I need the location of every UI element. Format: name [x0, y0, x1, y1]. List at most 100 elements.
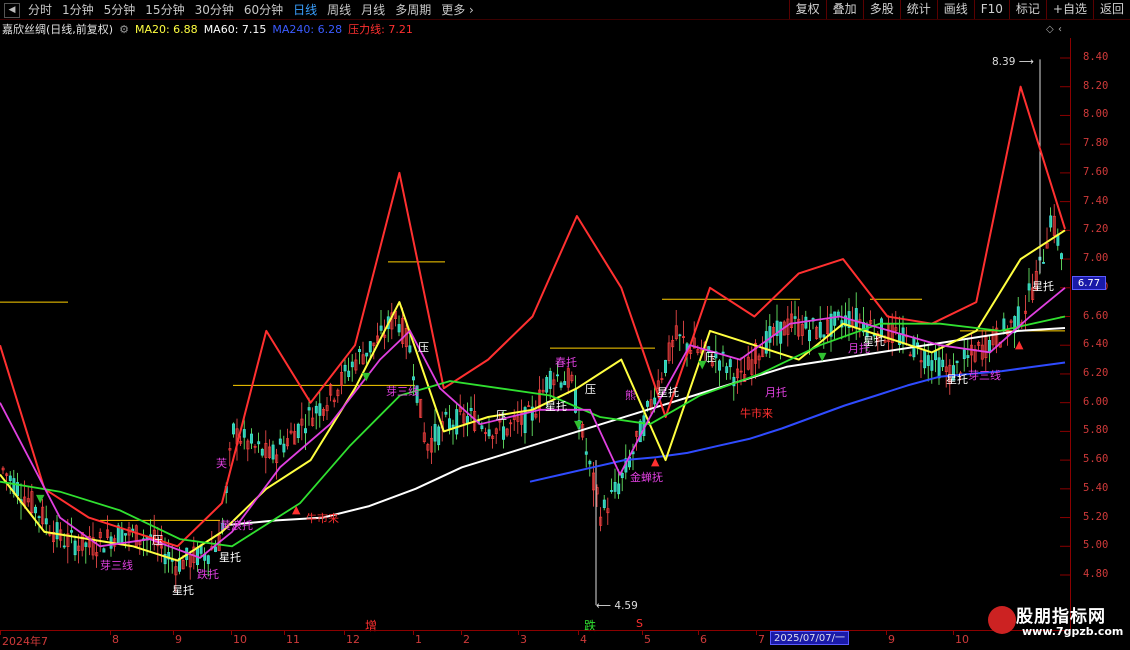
date-tick-label: 9 [175, 633, 182, 646]
tab-daily[interactable]: 日线 [289, 2, 321, 18]
candle-body [818, 322, 822, 338]
candle-body [260, 448, 264, 456]
price-axis: 8.408.208.007.807.607.407.207.006.806.60… [1070, 38, 1130, 630]
candle-body [1027, 283, 1031, 291]
multi-stock-button[interactable]: 多股 [862, 0, 900, 19]
mark-button[interactable]: 标记 [1008, 0, 1046, 19]
date-tick-mark [756, 631, 757, 635]
price-tick-label: 7.40 [1083, 194, 1109, 207]
up-arrow-icon: ▲ [1015, 338, 1024, 351]
gear-icon[interactable]: ⚙ [119, 23, 129, 36]
period-toolbar: ◀ 分时 1分钟 5分钟 15分钟 30分钟 60分钟 日线 周线 月线 多周期… [0, 0, 1130, 20]
candle-body [469, 408, 473, 411]
price-tick-label: 7.00 [1083, 252, 1109, 265]
candle-body [1049, 215, 1053, 228]
candle-body [124, 533, 127, 536]
collapse-arrow-icon[interactable]: ◀ [4, 2, 20, 18]
fuquan-button[interactable]: 复权 [788, 0, 826, 19]
candle-body [232, 423, 235, 435]
candle-body [926, 355, 930, 366]
diamond-icon[interactable]: ◇ [1046, 24, 1054, 35]
up-arrow-icon: ▲ [292, 503, 301, 516]
tab-fenshi[interactable]: 分时 [24, 2, 56, 18]
candle-body [664, 359, 667, 374]
candle-body [988, 340, 991, 353]
price-tick-label: 5.00 [1083, 539, 1109, 552]
tab-1min[interactable]: 1分钟 [58, 2, 98, 18]
candle-body [304, 428, 307, 434]
line-pressure [0, 85, 1066, 548]
signal-xingtuo-4: 星托 [657, 386, 679, 399]
candle-body [602, 499, 606, 508]
candle-body [314, 405, 318, 414]
signal-xingtuo-6: 星托 [946, 373, 968, 386]
date-tick-mark [518, 631, 519, 635]
candle-body [368, 341, 372, 353]
date-tick-mark [461, 631, 462, 635]
tab-30min[interactable]: 30分钟 [191, 2, 238, 18]
candle-body [34, 506, 37, 514]
candle-body [653, 397, 657, 405]
candle-body [487, 429, 491, 437]
price-tick-label: 7.20 [1083, 223, 1109, 236]
tab-60min[interactable]: 60分钟 [240, 2, 287, 18]
s-marker: S [636, 617, 643, 630]
candle-body [584, 451, 588, 455]
stock-name: 嘉欣丝绸(日线,前复权) [2, 23, 114, 36]
tab-more[interactable]: 更多 › [437, 2, 478, 18]
candle-body [610, 490, 613, 492]
candle-body [545, 377, 549, 393]
signal-fu: 芙 [216, 457, 227, 470]
signal-xingtuo-1: 星托 [172, 584, 194, 597]
low-value: 4.59 [614, 600, 638, 612]
arrow-right-icon: ⟶ [1018, 56, 1034, 68]
candle-body [365, 352, 369, 357]
candle-body [559, 382, 563, 388]
add-watchlist-button[interactable]: +自选 [1045, 0, 1093, 19]
signal-ya-4: 压 [496, 409, 507, 422]
date-tick-label: 5 [644, 633, 651, 646]
ma240-value: MA240: 6.28 [272, 22, 343, 36]
back-button[interactable]: 返回 [1092, 0, 1130, 19]
draw-line-button[interactable]: 画线 [936, 0, 974, 19]
chevron-left-icon[interactable]: ‹ [1058, 24, 1062, 35]
ma20-value: MA20: 6.88 [134, 22, 198, 36]
tab-15min[interactable]: 15分钟 [141, 2, 188, 18]
price-tick-label: 6.60 [1083, 309, 1109, 322]
overlay-button[interactable]: 叠加 [825, 0, 863, 19]
date-tick-label: 1 [415, 633, 422, 646]
f10-button[interactable]: F10 [973, 0, 1009, 19]
candle-body [44, 518, 48, 525]
candle-body [271, 444, 275, 460]
candle-body [379, 325, 383, 331]
date-tick-mark [344, 631, 345, 635]
signal-huanglangtuo: 黄浪托 [220, 519, 253, 532]
candle-body [397, 324, 401, 333]
toolbar-actions: 复权 叠加 多股 统计 画线 F10 标记 +自选 返回 [788, 0, 1130, 19]
tab-5min[interactable]: 5分钟 [100, 2, 140, 18]
signal-yasanxian-1: 芽三线 [100, 559, 133, 572]
candle-body [923, 350, 927, 369]
down-arrow-icon: ▼ [362, 370, 371, 383]
tab-monthly[interactable]: 月线 [357, 2, 389, 18]
stock-chart-window: ◀ 分时 1分钟 5分钟 15分钟 30分钟 60分钟 日线 周线 月线 多周期… [0, 0, 1130, 650]
signal-yuetuo-1: 月托 [765, 386, 787, 399]
signal-xingtuo-7: 星托 [1032, 280, 1054, 293]
date-tick-mark [642, 631, 643, 635]
candle-body [350, 361, 354, 368]
date-tick-label: 2 [463, 633, 470, 646]
tab-weekly[interactable]: 周线 [323, 2, 355, 18]
date-tick-mark [578, 631, 579, 635]
date-tick-label: 10 [233, 633, 247, 646]
line-ma20 [0, 229, 1066, 562]
stats-button[interactable]: 统计 [899, 0, 937, 19]
candle-body [1016, 306, 1020, 329]
candle-body [437, 426, 441, 446]
candle-body [1060, 253, 1063, 259]
candle-body [962, 349, 966, 360]
candle-body [480, 425, 484, 429]
candle-body [307, 407, 311, 411]
signal-ya-3: 压 [585, 383, 596, 396]
tab-multi-period[interactable]: 多周期 [391, 2, 435, 18]
date-tick-label: 11 [286, 633, 300, 646]
